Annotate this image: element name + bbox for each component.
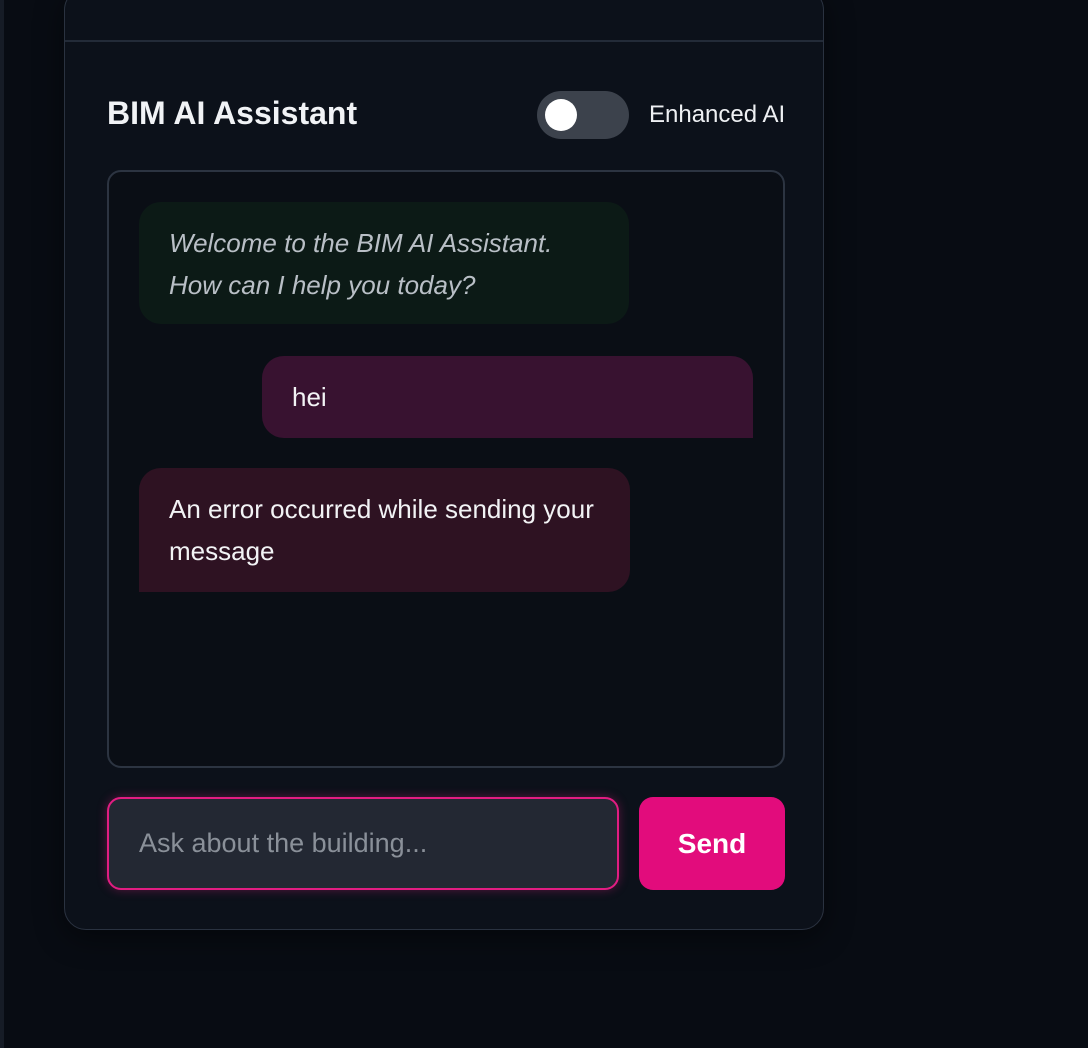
toggle-label: Enhanced AI <box>649 101 786 128</box>
panel-title: BIM AI Assistant <box>107 95 358 131</box>
top-strip <box>65 0 823 42</box>
background-divider <box>0 0 4 1048</box>
message-input[interactable] <box>107 797 619 890</box>
send-button[interactable]: Send <box>639 797 785 890</box>
error-message: An error occurred while sending your mes… <box>139 468 630 592</box>
assistant-panel: BIM AI Assistant Enhanced AI Welcome to … <box>64 0 824 930</box>
enhanced-ai-toggle[interactable] <box>537 91 629 139</box>
chat-messages[interactable]: Welcome to the BIM AI Assistant. How can… <box>107 170 785 768</box>
user-message: hei <box>262 356 753 438</box>
assistant-message: Welcome to the BIM AI Assistant. How can… <box>139 202 629 324</box>
toggle-knob <box>545 99 577 131</box>
